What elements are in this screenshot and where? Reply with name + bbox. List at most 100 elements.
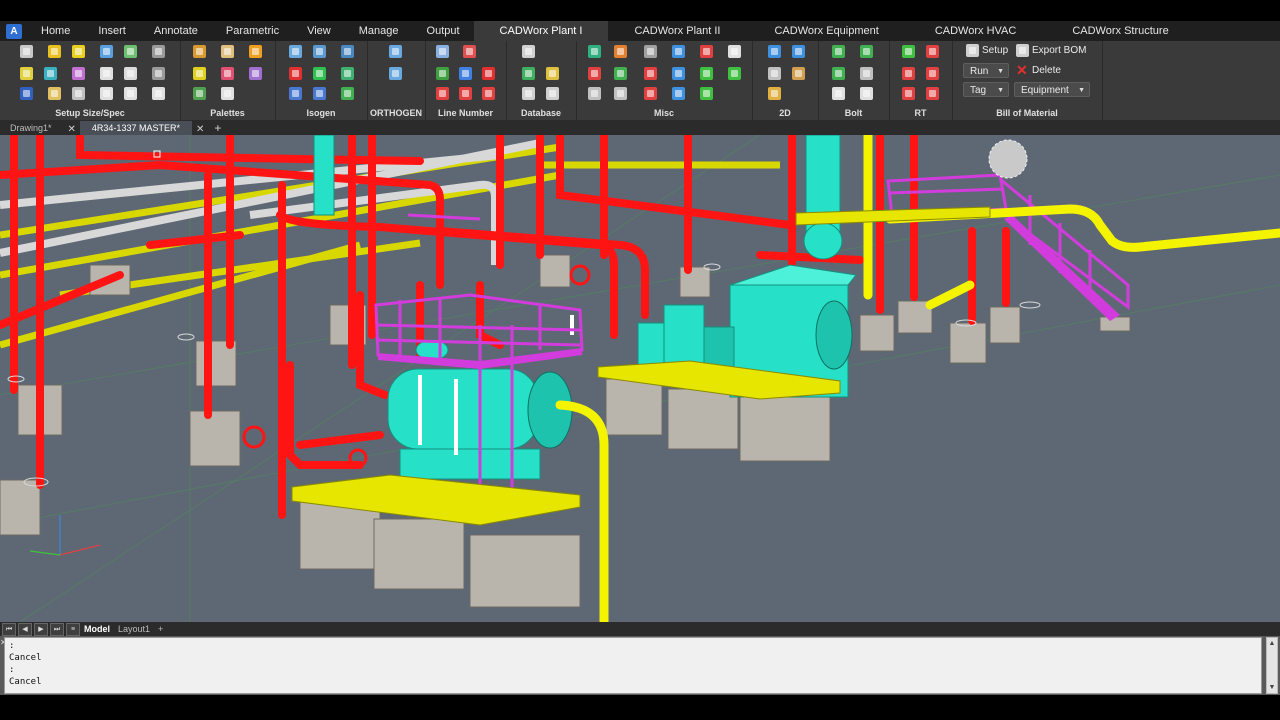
component-palette-icon[interactable] xyxy=(221,45,234,58)
database-sync-icon[interactable] xyxy=(546,67,559,80)
spec-icon[interactable] xyxy=(48,45,61,58)
bolt-add-icon[interactable] xyxy=(832,45,845,58)
misc-flag-icon[interactable] xyxy=(672,87,685,100)
misc-gear-icon[interactable] xyxy=(614,87,627,100)
doc-tab-drawing1[interactable]: Drawing1* xyxy=(4,121,58,135)
doc-tab-master[interactable]: 4R34-1337 MASTER* xyxy=(79,121,192,135)
command-history[interactable]: : Cancel : Cancel xyxy=(4,637,1262,694)
misc-target-icon[interactable] xyxy=(588,67,601,80)
tab-home[interactable]: Home xyxy=(27,21,84,41)
tab-cadworx-structure[interactable]: CADWorx Structure xyxy=(1044,21,1196,41)
bom-equipment-dropdown[interactable]: Equipment ▼ xyxy=(1014,82,1090,97)
database-open-icon[interactable] xyxy=(522,45,535,58)
misc-pair-icon[interactable] xyxy=(644,67,657,80)
size-icon[interactable] xyxy=(72,45,85,58)
plant-3d-model[interactable] xyxy=(0,135,1280,622)
cursor-icon[interactable] xyxy=(48,87,61,100)
iso-stop-icon[interactable] xyxy=(289,67,302,80)
rt-bend-icon[interactable] xyxy=(902,87,915,100)
rt-route-icon[interactable] xyxy=(902,45,915,58)
bom-setup-icon[interactable] xyxy=(966,44,979,57)
previous-layout-icon[interactable]: ◀ xyxy=(18,622,32,636)
misc-globe-icon[interactable] xyxy=(614,67,627,80)
new-tab-plus-icon[interactable]: + xyxy=(208,121,227,135)
pencil-icon[interactable] xyxy=(124,67,137,80)
2d-iso-icon[interactable] xyxy=(768,45,781,58)
rt-elbow-icon[interactable] xyxy=(926,87,939,100)
orthogen-create-icon[interactable] xyxy=(389,45,402,58)
layout-list-icon[interactable]: ≡ xyxy=(66,622,80,636)
bom-delete-button[interactable]: Delete xyxy=(1032,65,1061,76)
list-icon[interactable] xyxy=(152,87,165,100)
bolt-auto-icon[interactable] xyxy=(832,67,845,80)
line-number-add-icon[interactable] xyxy=(459,67,472,80)
2d-eye-icon[interactable] xyxy=(768,67,781,80)
bom-tag-dropdown[interactable]: Tag ▼ xyxy=(963,82,1009,97)
orthogen-update-icon[interactable] xyxy=(389,67,402,80)
next-layout-icon[interactable]: ▶ xyxy=(34,622,48,636)
misc-stack-icon[interactable] xyxy=(588,87,601,100)
iso-check-icon[interactable] xyxy=(341,87,354,100)
rt-branch-icon[interactable] xyxy=(926,45,939,58)
2d-section-icon[interactable] xyxy=(792,67,805,80)
first-layout-icon[interactable]: ⏮ xyxy=(2,622,16,636)
tab-view[interactable]: View xyxy=(293,21,345,41)
application-menu-button[interactable]: A xyxy=(6,23,22,39)
misc-arrows-icon[interactable] xyxy=(588,45,601,58)
pcf-in-icon[interactable] xyxy=(313,87,326,100)
link-palette-icon[interactable] xyxy=(221,87,234,100)
line-icon[interactable] xyxy=(20,67,33,80)
model-viewport[interactable] xyxy=(0,135,1280,622)
layout-tab-model[interactable]: Model xyxy=(80,624,114,634)
bolt-update-icon[interactable] xyxy=(860,87,873,100)
line-number-table-icon[interactable] xyxy=(436,45,449,58)
layout-tab-layout1[interactable]: Layout1 xyxy=(114,624,154,634)
line-number-edit-icon[interactable] xyxy=(482,87,495,100)
add-layout-plus-icon[interactable]: + xyxy=(154,624,167,634)
tab-cadworx-plant-1[interactable]: CADWorx Plant I xyxy=(473,21,609,41)
line-number-assign-icon[interactable] xyxy=(436,87,449,100)
misc-split-icon[interactable] xyxy=(700,45,713,58)
bolt-remove-icon[interactable] xyxy=(832,87,845,100)
line-number-remove-icon[interactable] xyxy=(482,67,495,80)
misc-doc-icon[interactable] xyxy=(728,45,741,58)
misc-shop-icon[interactable] xyxy=(700,67,713,80)
grid-palette-icon[interactable] xyxy=(193,67,206,80)
iso-export-icon[interactable] xyxy=(289,45,302,58)
last-layout-icon[interactable]: ⏭ xyxy=(50,622,64,636)
iso-settings-icon[interactable] xyxy=(341,67,354,80)
bolt-space-icon[interactable] xyxy=(860,45,873,58)
2d-plan-icon[interactable] xyxy=(792,45,805,58)
bom-export-button[interactable]: Export BOM xyxy=(1032,45,1086,56)
rt-sr-icon[interactable] xyxy=(926,67,939,80)
toggle-icon[interactable] xyxy=(100,67,113,80)
misc-size-icon[interactable] xyxy=(644,45,657,58)
database-export-icon[interactable] xyxy=(522,87,535,100)
bolt-test-icon[interactable] xyxy=(860,67,873,80)
bom-setup-button[interactable]: Setup xyxy=(982,45,1008,56)
misc-cut-icon[interactable] xyxy=(644,87,657,100)
iso-config-icon[interactable] xyxy=(341,45,354,58)
spec-palette-icon[interactable] xyxy=(193,45,206,58)
dash-icon[interactable] xyxy=(100,87,113,100)
pipe-run-icon[interactable] xyxy=(72,87,85,100)
diamond-icon[interactable] xyxy=(20,87,33,100)
command-scrollbar[interactable]: ▲ ▼ xyxy=(1266,637,1278,694)
elbow-icon[interactable] xyxy=(152,45,165,58)
break-icon[interactable] xyxy=(124,87,137,100)
close-icon[interactable]: ✕ xyxy=(192,124,208,135)
color-icon[interactable] xyxy=(72,67,85,80)
iso-go-icon[interactable] xyxy=(313,67,326,80)
warning-icon[interactable] xyxy=(249,45,262,58)
misc-tap-icon[interactable] xyxy=(700,87,713,100)
tab-parametric[interactable]: Parametric xyxy=(212,21,293,41)
line-number-check-icon[interactable] xyxy=(463,45,476,58)
scroll-up-icon[interactable]: ▲ xyxy=(1268,640,1276,647)
setup-icon[interactable] xyxy=(20,45,33,58)
misc-connect-icon[interactable] xyxy=(672,45,685,58)
library-palette-icon[interactable] xyxy=(193,87,206,100)
2d-symbol-icon[interactable] xyxy=(768,87,781,100)
tab-annotate[interactable]: Annotate xyxy=(140,21,212,41)
tab-output[interactable]: Output xyxy=(413,21,474,41)
flange-icon[interactable] xyxy=(124,45,137,58)
